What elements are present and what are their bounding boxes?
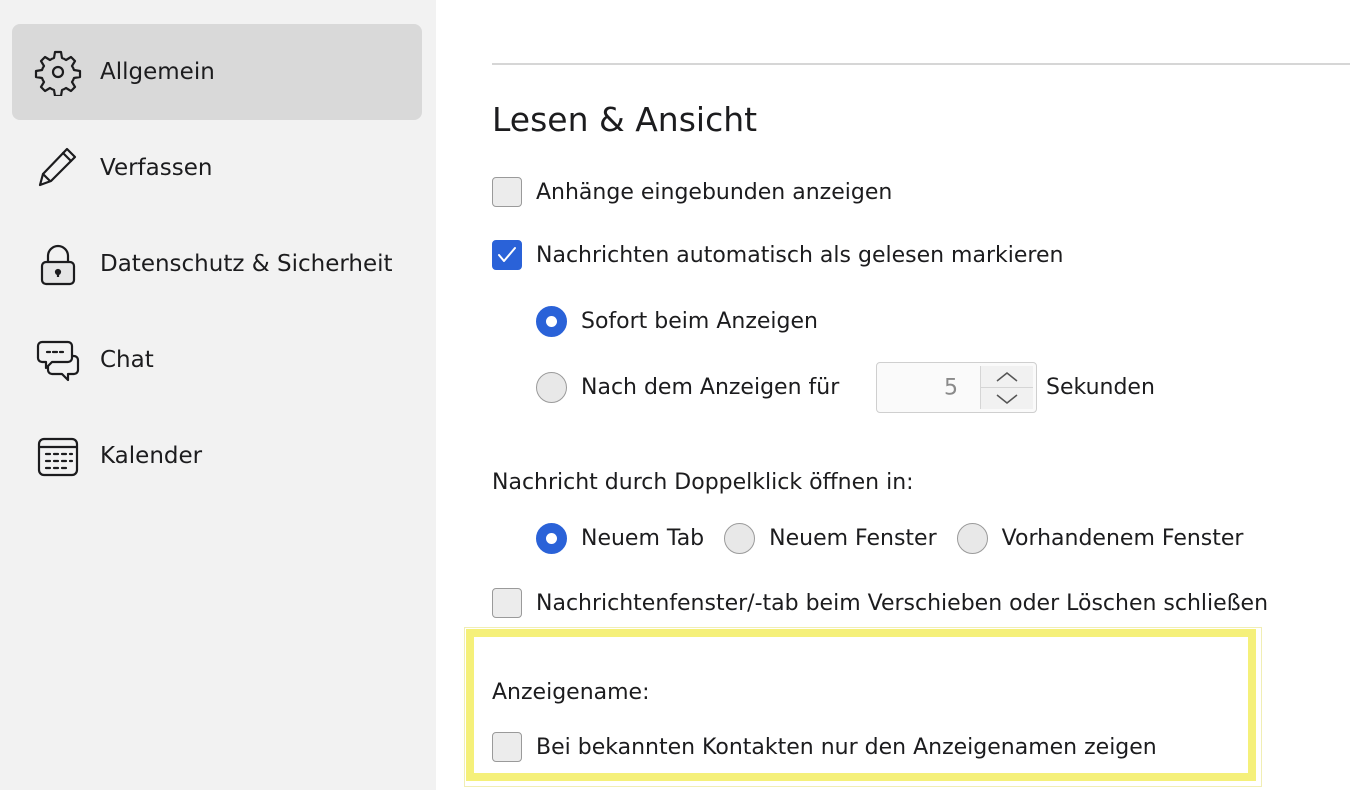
show-attachments-inline-checkbox[interactable]: [492, 177, 522, 207]
stepper-buttons: [980, 366, 1033, 409]
mark-after-radio[interactable]: [536, 372, 567, 403]
section-divider: [492, 63, 1350, 65]
auto-mark-read-row: Nachrichten automatisch als gelesen mark…: [492, 240, 1063, 270]
open-in-existing-window-radio[interactable]: [956, 523, 988, 554]
auto-mark-read-label: Nachrichten automatisch als gelesen mark…: [536, 242, 1064, 268]
stepper-increment-button[interactable]: [981, 366, 1033, 388]
open-in-new-tab-label: Neuem Tab: [581, 526, 705, 551]
checkmark-icon: [498, 247, 516, 262]
mark-immediately-label: Sofort beim Anzeigen: [581, 309, 818, 334]
chevron-down-icon: [996, 393, 1018, 404]
seconds-input[interactable]: 5: [944, 375, 958, 400]
open-in-new-window-radio[interactable]: [724, 523, 756, 554]
open-in-new-tab-radio[interactable]: [536, 523, 567, 554]
sidebar-item-label: Verfassen: [100, 155, 213, 181]
chevron-up-icon: [996, 371, 1018, 382]
sidebar-item-datenschutz[interactable]: Datenschutz & Sicherheit: [12, 216, 422, 312]
close-on-move-delete-checkbox[interactable]: [492, 588, 522, 618]
settings-content: Lesen & Ansicht Anhänge eingebunden anze…: [436, 0, 1350, 790]
show-attachments-inline-row: Anhänge eingebunden anzeigen: [492, 177, 892, 207]
chat-bubbles-icon: [34, 336, 82, 384]
open-in-new-window-label: Neuem Fenster: [769, 526, 937, 551]
only-display-name-checkbox[interactable]: [492, 732, 522, 762]
close-on-move-delete-row: Nachrichtenfenster/-tab beim Verschieben…: [492, 588, 1268, 618]
sidebar-item-label: Datenschutz & Sicherheit: [100, 251, 393, 277]
only-display-name-row: Bei bekannten Kontakten nur den Anzeigen…: [492, 732, 1157, 762]
only-display-name-label: Bei bekannten Kontakten nur den Anzeigen…: [536, 734, 1157, 760]
seconds-unit-label: Sekunden: [1046, 375, 1155, 400]
open-double-click-heading: Nachricht durch Doppelklick öffnen in:: [492, 470, 914, 495]
open-in-existing-window-label: Vorhandenem Fenster: [1001, 526, 1244, 551]
section-title: Lesen & Ansicht: [492, 100, 758, 139]
sidebar-item-label: Chat: [100, 347, 154, 373]
sidebar: Allgemein Verfassen Datenschutz & Sicher…: [0, 0, 436, 790]
show-attachments-inline-label: Anhänge eingebunden anzeigen: [536, 179, 893, 205]
display-name-heading: Anzeigename:: [492, 680, 650, 705]
stepper-decrement-button[interactable]: [981, 388, 1033, 409]
sidebar-item-kalender[interactable]: Kalender: [12, 408, 422, 504]
sidebar-item-chat[interactable]: Chat: [12, 312, 422, 408]
open-in-options: Neuem Tab Neuem Fenster Vorhandenem Fens…: [536, 523, 1243, 554]
sidebar-item-allgemein[interactable]: Allgemein: [12, 24, 422, 120]
sidebar-item-label: Allgemein: [100, 59, 215, 85]
gear-icon: [34, 48, 82, 96]
mark-after-label: Nach dem Anzeigen für: [581, 375, 840, 400]
mark-after-row: Nach dem Anzeigen für: [536, 372, 839, 403]
sidebar-item-label: Kalender: [100, 443, 203, 469]
mark-immediately-radio[interactable]: [536, 306, 567, 337]
auto-mark-read-checkbox[interactable]: [492, 240, 522, 270]
pencil-icon: [34, 144, 82, 192]
close-on-move-delete-label: Nachrichtenfenster/-tab beim Verschieben…: [536, 590, 1269, 616]
sidebar-item-verfassen[interactable]: Verfassen: [12, 120, 422, 216]
lock-icon: [34, 240, 82, 288]
highlight-shadow: [464, 627, 1262, 787]
calendar-icon: [34, 432, 82, 480]
seconds-stepper[interactable]: 5: [876, 362, 1037, 413]
mark-immediately-row: Sofort beim Anzeigen: [536, 306, 818, 337]
